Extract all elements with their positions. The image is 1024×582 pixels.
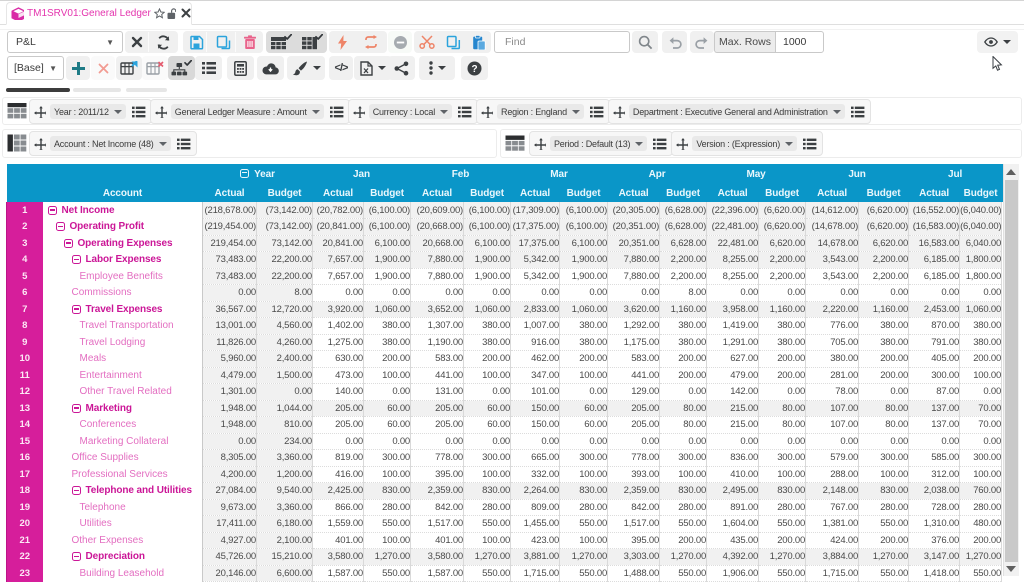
svg-text:?: ? [471,64,477,75]
